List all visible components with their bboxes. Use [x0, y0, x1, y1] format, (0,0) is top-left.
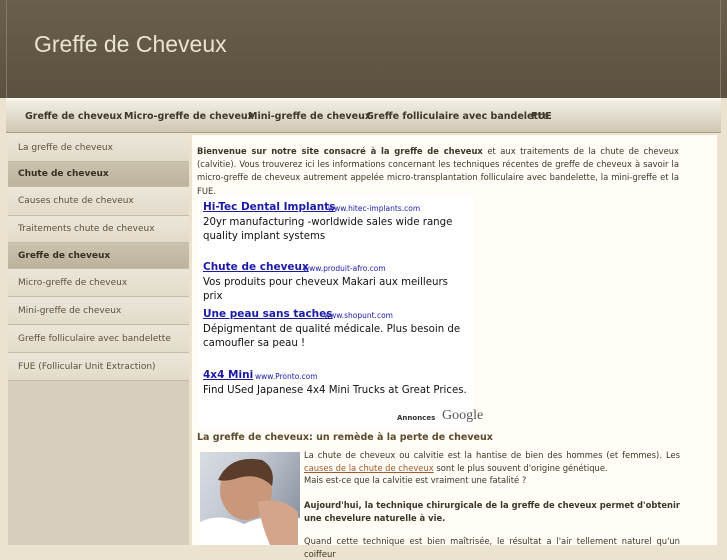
main-nav: Greffe de cheveux Micro-greffe de cheveu… [6, 98, 721, 133]
site-title[interactable]: Greffe de Cheveux [34, 31, 227, 58]
sidebar-item-la-greffe[interactable]: La greffe de cheveux [8, 135, 189, 162]
causes-link[interactable]: causes de la chute de cheveux [304, 463, 434, 473]
ad-block: Hi-Tec Dental Implants www.hitec-implant… [198, 195, 483, 428]
nav-fue[interactable]: FUE [531, 111, 552, 122]
article-photo [200, 452, 300, 545]
sidebar-item-causes[interactable]: Causes chute de cheveux [8, 187, 189, 216]
ad-url[interactable]: www.hitec-implants.com [328, 204, 420, 213]
ad-url[interactable]: www.shopunt.com [324, 311, 393, 320]
ad-title[interactable]: Une peau sans taches [203, 308, 333, 320]
ad-title[interactable]: Hi-Tec Dental Implants [203, 201, 335, 213]
sidebar-header-chute: Chute de cheveux [8, 162, 189, 187]
intro-bold: Bienvenue sur notre site consacré à la g… [197, 146, 483, 156]
site-header: Greffe de Cheveux [0, 0, 727, 98]
header-edge-right [720, 0, 721, 98]
ad-description: Find USed Japanese 4x4 Mini Trucks at Gr… [203, 385, 467, 396]
nav-mini-greffe[interactable]: Mini-greffe de cheveux [248, 111, 371, 122]
ad-description: Vos produits pour cheveux Makari aux mei… [203, 277, 448, 302]
article-text: La chute de cheveux ou calvitie est la h… [304, 450, 680, 460]
sidebar-item-micro-greffe[interactable]: Micro-greffe de cheveux [8, 269, 189, 297]
main-content: Bienvenue sur notre site consacré à la g… [192, 135, 717, 559]
ad-url[interactable]: www.produit-afro.com [303, 264, 386, 273]
sidebar-item-mini-greffe[interactable]: Mini-greffe de cheveux [8, 297, 189, 325]
nav-greffe-de-cheveux[interactable]: Greffe de cheveux [25, 111, 122, 122]
article-title: La greffe de cheveux: un remède à la per… [197, 432, 493, 443]
sidebar-header-greffe: Greffe de cheveux [8, 243, 189, 269]
article-paragraph: Quand cette technique est bien maîtrisée… [304, 536, 680, 559]
sidebar-item-folliculaire[interactable]: Greffe folliculaire avec bandelette [8, 325, 189, 353]
nav-greffe-folliculaire[interactable]: Greffe folliculaire avec bandelette [366, 111, 549, 122]
article-text: sont le plus souvent d'origine génétique… [433, 462, 608, 473]
ad-url[interactable]: www.Pronto.com [255, 372, 318, 381]
header-edge-left [6, 0, 7, 98]
article-highlight: Aujourd'hui, la technique chirurgicale d… [304, 500, 680, 523]
sidebar-item-fue[interactable]: FUE (Follicular Unit Extraction) [8, 353, 189, 381]
ad-title[interactable]: 4x4 Mini [203, 369, 253, 381]
ad-choices-label[interactable]: Annonces [397, 414, 435, 422]
sidebar: La greffe de cheveux Chute de cheveux Ca… [8, 135, 189, 545]
sidebar-item-traitements[interactable]: Traitements chute de cheveux [8, 216, 189, 243]
intro-paragraph: Bienvenue sur notre site consacré à la g… [197, 145, 679, 198]
ad-description: Dépigmentant de qualité médicale. Plus b… [203, 324, 461, 349]
google-logo[interactable]: Google [442, 408, 483, 424]
article-paragraph: La chute de cheveux ou calvitie est la h… [304, 449, 680, 474]
nav-micro-greffe[interactable]: Micro-greffe de cheveux [124, 111, 254, 122]
article-question: Mais est-ce que la calvitie est vraiment… [304, 475, 527, 485]
ad-title[interactable]: Chute de cheveux [203, 261, 309, 273]
ad-description: 20yr manufacturing -worldwide sales wide… [203, 217, 453, 242]
portrait-illustration [200, 458, 300, 545]
